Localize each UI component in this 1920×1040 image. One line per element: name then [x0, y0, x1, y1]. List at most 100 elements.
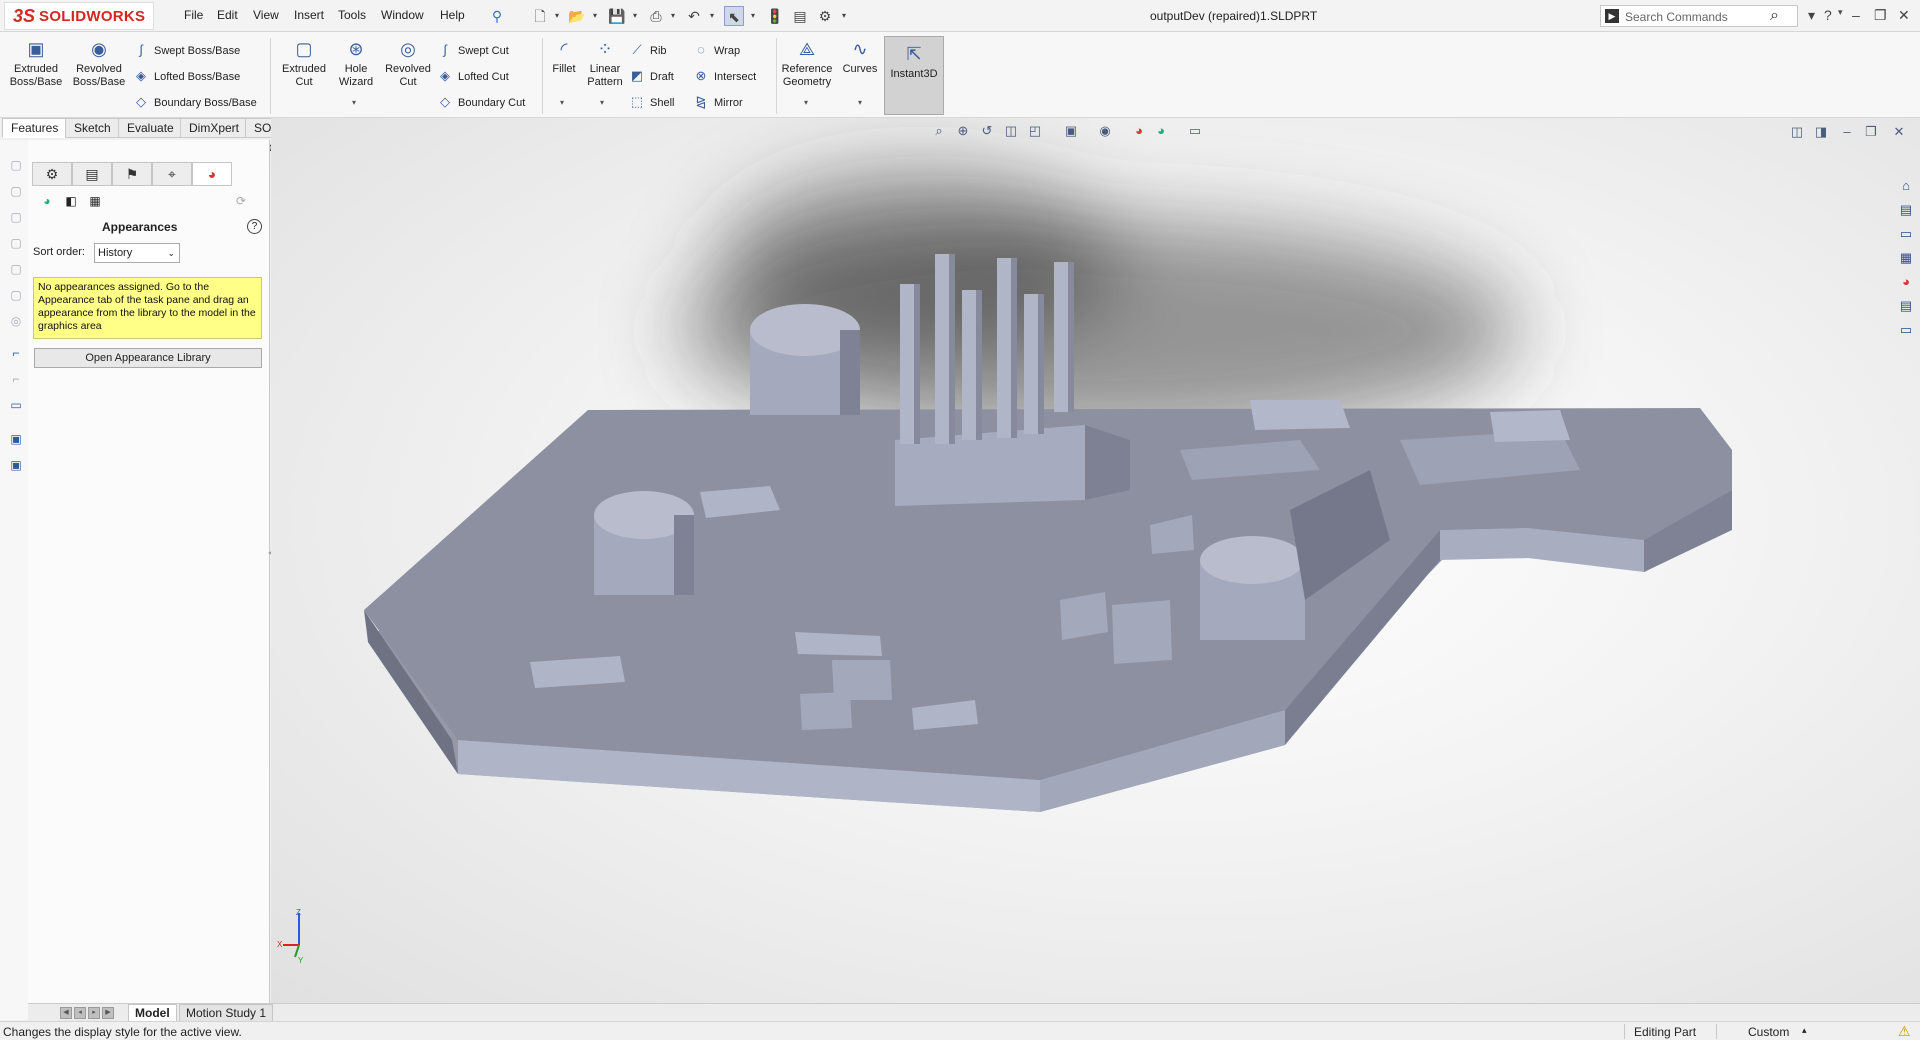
model-view[interactable] — [271, 118, 1920, 1009]
draft-button[interactable]: ◩ Draft — [628, 66, 674, 86]
display-icon[interactable]: ▭ — [8, 398, 24, 414]
fillet-dropdown-icon[interactable]: ▾ — [560, 98, 564, 107]
feature-icon[interactable]: ◎ — [8, 314, 24, 330]
feature-icon[interactable]: ▢ — [8, 184, 24, 200]
tab-sketch[interactable]: Sketch — [65, 118, 120, 138]
revolved-cut-button[interactable]: ◎ Revolved Cut — [380, 38, 436, 89]
view-orientation-icon[interactable]: ◰ — [1026, 122, 1044, 140]
last-tab-icon[interactable]: ▶ — [102, 1007, 114, 1019]
reference-geometry-button[interactable]: ⟁ Reference Geometry — [778, 38, 836, 89]
viewport-close-icon[interactable]: ✕ — [1890, 123, 1908, 141]
display-manager-tab[interactable]: ◕ — [192, 162, 232, 186]
appearances-icon[interactable]: ◕ — [38, 192, 56, 210]
select-dropdown-icon[interactable]: ▾ — [749, 6, 757, 26]
viewport-restore-icon[interactable]: ❐ — [1862, 123, 1880, 141]
view-palette-icon[interactable]: ▦ — [1896, 250, 1916, 270]
extruded-cut-button[interactable]: ▢ Extruded Cut — [276, 38, 332, 89]
file-properties-icon[interactable]: ▤ — [790, 6, 810, 26]
file-explorer-icon[interactable]: ▭ — [1896, 226, 1916, 246]
undo-icon[interactable]: ↶ — [684, 6, 704, 26]
edit-appearance-icon[interactable]: ◕ — [1130, 122, 1148, 140]
appearances-scenes-icon[interactable]: ◕ — [1896, 274, 1916, 294]
zoom-to-fit-icon[interactable]: ⌕ — [930, 122, 948, 140]
feature-icon[interactable]: ▢ — [8, 288, 24, 304]
tab-evaluate[interactable]: Evaluate — [118, 118, 183, 138]
save-dropdown-icon[interactable]: ▾ — [631, 6, 639, 26]
save-icon[interactable]: 💾 — [607, 6, 627, 26]
curves-button[interactable]: ∿ Curves — [840, 38, 880, 76]
apply-scene-icon[interactable]: ◕ — [1152, 122, 1170, 140]
hole-wizard-button[interactable]: ⊛ Hole Wizard — [332, 38, 380, 89]
units-dropdown-icon[interactable]: ▴ — [1802, 1025, 1807, 1036]
previous-view-icon[interactable]: ↺ — [978, 122, 996, 140]
extruded-boss-button[interactable]: ▣ Extruded Boss/Base — [6, 38, 66, 89]
tab-motion-study[interactable]: Motion Study 1 — [179, 1004, 274, 1022]
dimxpert-manager-tab[interactable]: ⌖ — [152, 162, 192, 186]
instant3d-button[interactable]: ⇱ Instant3D — [884, 36, 944, 115]
menu-view[interactable]: View — [253, 8, 279, 22]
linear-pattern-dropdown-icon[interactable]: ▾ — [600, 98, 604, 107]
linear-pattern-button[interactable]: ⁘ Linear Pattern — [584, 38, 626, 89]
tab-model[interactable]: Model — [128, 1004, 177, 1022]
next-tab-icon[interactable]: ▸ — [88, 1007, 100, 1019]
menu-help[interactable]: Help — [440, 8, 465, 22]
boundary-cut-button[interactable]: ◇ Boundary Cut — [436, 92, 525, 112]
restore-icon[interactable]: ❐ — [1874, 7, 1887, 24]
resources-icon[interactable]: ▤ — [1896, 202, 1916, 222]
swept-cut-button[interactable]: ∫ Swept Cut — [436, 40, 509, 60]
viewport-minimize-icon[interactable]: – — [1838, 123, 1856, 141]
view-settings-icon[interactable]: ▭ — [1186, 122, 1204, 140]
open-appearance-library-button[interactable]: Open Appearance Library — [34, 348, 262, 368]
lofted-cut-button[interactable]: ◈ Lofted Cut — [436, 66, 509, 86]
menu-tools[interactable]: Tools — [338, 8, 366, 22]
hide-show-items-icon[interactable]: ◉ — [1096, 122, 1114, 140]
view-icon[interactable]: ▣ — [8, 432, 24, 448]
open-icon[interactable]: 📂 — [567, 6, 587, 26]
first-tab-icon[interactable]: ◀ — [60, 1007, 72, 1019]
curves-dropdown-icon[interactable]: ▾ — [858, 98, 862, 107]
display-style-icon[interactable]: ▣ — [1062, 122, 1080, 140]
feature-icon[interactable]: ▢ — [8, 236, 24, 252]
feature-icon[interactable]: ▢ — [8, 262, 24, 278]
select-icon[interactable]: ⬉ — [724, 6, 744, 26]
menu-file[interactable]: File — [184, 8, 203, 22]
property-manager-tab[interactable]: ▤ — [72, 162, 112, 186]
section-view-icon[interactable]: ◫ — [1002, 122, 1020, 140]
tab-dimxpert[interactable]: DimXpert — [180, 118, 249, 138]
menu-edit[interactable]: Edit — [217, 8, 238, 22]
rebuild-icon[interactable]: 🚦 — [765, 6, 785, 26]
configuration-manager-tab[interactable]: ⚑ — [112, 162, 152, 186]
feature-icon[interactable]: ▢ — [8, 158, 24, 174]
revolved-boss-button[interactable]: ◉ Revolved Boss/Base — [70, 38, 128, 89]
pin-icon[interactable]: ⚲ — [487, 6, 507, 26]
open-dropdown-icon[interactable]: ▾ — [591, 6, 599, 26]
viewport-split-icon[interactable]: ◫ — [1788, 123, 1806, 141]
reference-geometry-dropdown-icon[interactable]: ▾ — [804, 98, 808, 107]
rib-button[interactable]: ⟋ Rib — [628, 40, 666, 60]
previous-tab-icon[interactable]: ◂ — [74, 1007, 86, 1019]
forum-icon[interactable]: ▭ — [1896, 322, 1916, 342]
refresh-icon[interactable]: ⟳ — [232, 192, 250, 210]
minimize-icon[interactable]: – — [1852, 7, 1860, 23]
mirror-button[interactable]: ⧎ Mirror — [692, 92, 743, 112]
custom-properties-icon[interactable]: ▤ — [1896, 298, 1916, 318]
sketch-icon[interactable]: ⌐ — [8, 346, 24, 362]
options-dropdown-icon[interactable]: ▾ — [840, 6, 848, 26]
fillet-button[interactable]: ◜ Fillet — [546, 38, 582, 76]
search-commands-input[interactable]: ▶ Search Commands ⌕ — [1600, 5, 1798, 27]
new-icon[interactable]: 🗋 — [530, 6, 550, 26]
rebuild-status-icon[interactable]: ⚠ — [1898, 1023, 1911, 1040]
menu-insert[interactable]: Insert — [294, 8, 324, 22]
feature-manager-tab[interactable]: ⚙ — [32, 162, 72, 186]
boundary-boss-button[interactable]: ◇ Boundary Boss/Base — [132, 92, 257, 112]
close-icon[interactable]: ✕ — [1898, 7, 1910, 24]
options-icon[interactable]: ⚙ — [815, 6, 835, 26]
lofted-boss-button[interactable]: ◈ Lofted Boss/Base — [132, 66, 240, 86]
print-dropdown-icon[interactable]: ▾ — [669, 6, 677, 26]
help-icon[interactable]: ? — [247, 219, 262, 234]
intersect-button[interactable]: ⊗ Intersect — [692, 66, 757, 86]
tab-features[interactable]: Features — [2, 118, 68, 138]
help-dropdown-icon[interactable]: ▾ — [1838, 7, 1843, 18]
sort-order-select[interactable]: History ⌄ — [94, 243, 180, 263]
view-icon[interactable]: ▣ — [8, 458, 24, 474]
